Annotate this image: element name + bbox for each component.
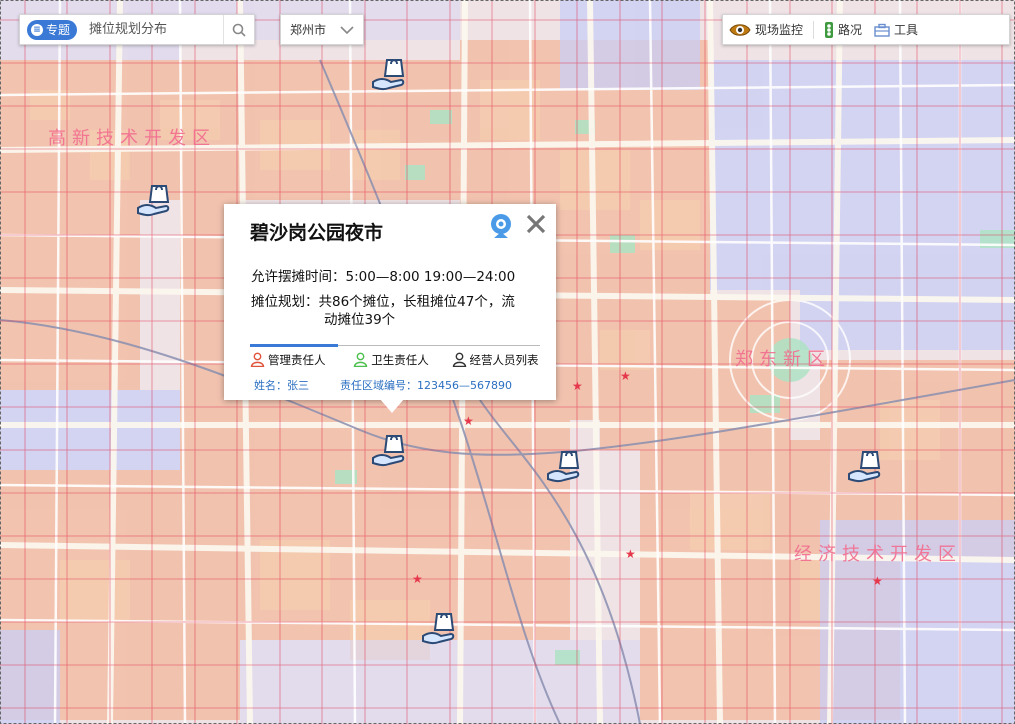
shopping-bag-hand-icon [547, 451, 580, 483]
stall-hours: 允许摆摊时间：5:00—8:00 19:00—24:00 [251, 269, 516, 285]
traffic-label: 路况 [838, 23, 863, 37]
stall-marker[interactable] [846, 446, 888, 488]
city-value: 郑州市 [290, 23, 327, 37]
shopping-bag-hand-icon [372, 59, 405, 91]
search-icon [232, 23, 246, 37]
area-code: 责任区域编号：123456—567890 [340, 379, 512, 392]
district-label: 郑东新区 [735, 349, 831, 370]
chevron-down-icon [340, 25, 354, 34]
stall-marker[interactable] [370, 430, 412, 472]
search-button[interactable] [223, 15, 254, 44]
topic-label: 专题 [46, 23, 71, 37]
stall-marker[interactable] [370, 54, 412, 96]
svg-text:★: ★ [625, 547, 636, 561]
shopping-bag-hand-icon [372, 435, 405, 467]
map-toolbar: 现场监控 路况 工具 [722, 14, 1010, 45]
traffic-light-icon [825, 21, 834, 38]
tools-button[interactable]: 工具 [868, 15, 924, 44]
tools-label: 工具 [894, 23, 919, 37]
eye-icon [729, 23, 751, 36]
list-icon: ≡ [31, 23, 43, 36]
stall-marker[interactable] [420, 608, 462, 650]
city-select[interactable]: 郑州市 [280, 14, 364, 45]
shopping-bag-hand-icon [422, 613, 455, 645]
district-label: 高新技术开发区 [48, 128, 216, 149]
manager-name: 姓名：张三 [254, 379, 309, 392]
stall-info-popup: 碧沙岗公园夜市 允许摆摊时间：5:00—8:00 19:00—24:00 摊位规… [224, 204, 556, 400]
shopping-bag-hand-icon [848, 451, 881, 483]
close-button[interactable] [524, 212, 548, 236]
tab-manager-label: 管理责任人 [268, 352, 326, 367]
stall-marker[interactable] [135, 180, 177, 222]
svg-text:★: ★ [412, 572, 423, 586]
topic-button[interactable]: ≡ 专题 [27, 19, 78, 40]
svg-text:★: ★ [463, 414, 474, 428]
tab-manager[interactable]: 管理责任人 [250, 346, 353, 369]
stall-plan: 摊位规划：共86个摊位，长租摊位47个，流 动摊位39个 [251, 293, 541, 329]
close-icon [526, 214, 546, 234]
toolbar-divider [813, 20, 815, 39]
person-icon [353, 352, 368, 367]
person-icon [452, 352, 466, 367]
monitor-label: 现场监控 [755, 23, 804, 37]
tab-operators[interactable]: 经营人员列表 [452, 346, 540, 369]
camera-icon [491, 214, 511, 238]
shopping-bag-hand-icon [137, 185, 170, 217]
tab-hygiene[interactable]: 卫生责任人 [353, 346, 451, 369]
svg-text:★: ★ [572, 379, 583, 393]
tab-hygiene-label: 卫生责任人 [371, 352, 429, 367]
search-bar: ≡ 专题 [19, 14, 255, 45]
tab-operators-label: 经营人员列表 [469, 352, 539, 367]
popup-tabs: 管理责任人 卫生责任人 经营人员列表 [250, 344, 540, 369]
district-label: 经济技术开发区 [794, 544, 962, 565]
traffic-button[interactable]: 路况 [818, 15, 868, 44]
stall-plan-line1: 摊位规划：共86个摊位，长租摊位47个，流 [251, 294, 515, 310]
search-input[interactable] [87, 21, 212, 38]
stall-plan-line2: 动摊位39个 [324, 312, 396, 328]
monitor-button[interactable]: 现场监控 [723, 15, 809, 44]
toolbox-icon [874, 23, 890, 37]
location-button[interactable] [488, 212, 514, 244]
stall-marker[interactable] [545, 446, 587, 488]
person-icon [250, 352, 265, 367]
popup-title: 碧沙岗公园夜市 [250, 222, 384, 244]
active-tab-indicator [250, 344, 338, 347]
svg-text:★: ★ [620, 369, 631, 383]
popup-pointer [380, 399, 404, 413]
svg-text:★: ★ [872, 574, 883, 588]
